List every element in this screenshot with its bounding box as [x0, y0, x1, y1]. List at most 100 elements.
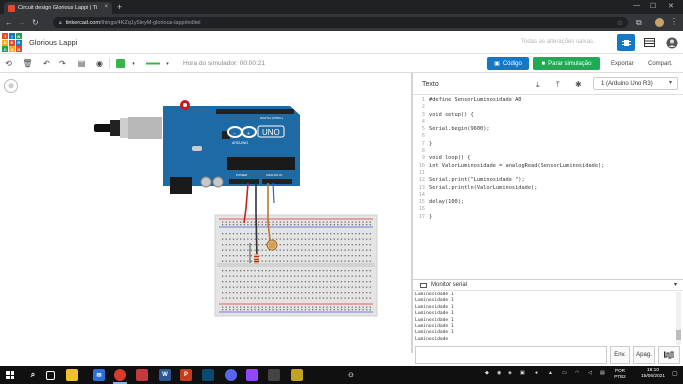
clear-button[interactable]: Apag.	[633, 346, 655, 364]
app-icon-1[interactable]	[136, 369, 148, 381]
windows-start-icon[interactable]	[6, 371, 14, 379]
send-button[interactable]: Env.	[610, 346, 630, 364]
bookmark-star-icon[interactable]: ☆	[617, 19, 623, 27]
serial-monitor-header[interactable]: Monitor serial ▾	[413, 280, 683, 291]
tray-icon-1[interactable]: ◆	[485, 370, 489, 376]
note-icon[interactable]: ▤	[76, 58, 87, 69]
graph-button[interactable]	[658, 346, 680, 364]
redo-icon[interactable]: ↷	[57, 58, 68, 69]
code-line[interactable]: 13 Serial.println(ValorLuminosidade);	[413, 185, 683, 192]
new-tab-button[interactable]: +	[117, 2, 122, 12]
wifi-icon[interactable]: ◠	[575, 370, 579, 376]
code-line[interactable]: 10 int ValorLuminosidade = analogRead(Sen…	[413, 163, 683, 170]
code-line[interactable]: 12 Serial.print("Luminosidade ");	[413, 177, 683, 184]
stop-simulation-button[interactable]: ■ Parar simulação	[533, 57, 600, 70]
tray-icon-4[interactable]: ▣	[520, 370, 525, 376]
code-line[interactable]: 3 void setup() {	[413, 112, 683, 119]
url-field[interactable]: 🔒︎ tinkercad.com /things/4KZq1y5leyM-glo…	[53, 17, 628, 28]
tray-icon-6[interactable]: ▲	[548, 370, 553, 376]
app-icon-3[interactable]	[268, 369, 280, 381]
powerpoint-icon[interactable]: P	[180, 369, 192, 381]
code-line[interactable]: 16	[413, 206, 683, 213]
code-line[interactable]: 5 Serial.begin(9600);	[413, 126, 683, 133]
circuit-view-button[interactable]	[617, 34, 635, 51]
delete-icon[interactable]: 🗑︎	[22, 58, 33, 69]
search-icon[interactable]: ⌕	[27, 369, 39, 381]
keyboard-icon[interactable]: ▤	[600, 370, 605, 376]
window-close-button[interactable]: ✕	[668, 2, 674, 10]
scrollbar-thumb[interactable]	[676, 330, 681, 340]
code-line[interactable]: 6	[413, 133, 683, 140]
code-line[interactable]: 8	[413, 148, 683, 155]
task-view-icon[interactable]	[46, 371, 55, 380]
tray-icon-5[interactable]: ●	[535, 370, 538, 376]
share-button[interactable]: Compart.	[648, 57, 673, 70]
code-button[interactable]: ▣ Código	[487, 57, 529, 70]
code-mode-dropdown[interactable]: Texto	[422, 81, 439, 88]
back-arrow-icon[interactable]: ←	[5, 18, 13, 27]
forward-arrow-icon[interactable]: →	[18, 18, 26, 27]
undo-icon[interactable]: ↶	[41, 58, 52, 69]
tab-close-icon[interactable]: ×	[104, 4, 108, 10]
code-line[interactable]: 14	[413, 192, 683, 199]
upload-icon[interactable]: ⤒	[556, 80, 560, 90]
download-icon[interactable]: ⤓	[536, 80, 540, 90]
user-avatar-button[interactable]	[663, 34, 681, 51]
color-dropdown-chevron-icon[interactable]: ▾	[128, 58, 139, 69]
schematic-view-button[interactable]	[640, 34, 658, 51]
file-explorer-icon[interactable]	[66, 369, 78, 381]
collapse-chevron-icon[interactable]: ▾	[674, 281, 677, 288]
resistor[interactable]	[254, 254, 259, 264]
battery-icon[interactable]: ▭	[562, 370, 567, 376]
debugger-bug-icon[interactable]: ✱	[575, 80, 582, 89]
monitor-icon	[420, 282, 427, 288]
minimize-button[interactable]: —	[633, 2, 640, 9]
code-line[interactable]: 1 #define SensorLuminosidade A0	[413, 97, 683, 104]
code-line[interactable]: 17}	[413, 214, 683, 221]
volume-icon[interactable]: ◁	[588, 370, 592, 376]
chrome-icon[interactable]	[114, 369, 126, 381]
arduino-uno-board[interactable]: − + UNO ARDUINO DIGITAL (PWM~) POWER ANA…	[163, 100, 300, 194]
twitch-icon[interactable]	[246, 369, 258, 381]
code-line[interactable]: 4	[413, 119, 683, 126]
breadboard-hole	[265, 255, 267, 257]
discord-icon[interactable]	[225, 369, 237, 381]
code-line[interactable]: 2	[413, 104, 683, 111]
reload-icon[interactable]: ↻	[32, 18, 39, 27]
tray-icon-2[interactable]: ◉	[497, 370, 501, 376]
taskbar-clock[interactable]: 18:10 15/06/2021	[640, 368, 666, 380]
word-icon[interactable]: W	[159, 369, 171, 381]
maximize-button[interactable]: ☐	[650, 2, 656, 10]
app-icon-4[interactable]	[291, 369, 303, 381]
tinkercad-logo[interactable]: TINKERCAD	[2, 33, 22, 52]
rotate-icon[interactable]: ⟲	[3, 58, 14, 69]
device-select[interactable]: 1 (Arduino Uno R3) ▾	[593, 77, 678, 90]
tray-icon-3[interactable]: ◈	[508, 370, 512, 376]
app-icon-2[interactable]	[202, 369, 214, 381]
visibility-eye-icon[interactable]: ◉	[94, 58, 105, 69]
extensions-icon[interactable]: ⧉	[636, 18, 642, 27]
browser-menu-icon[interactable]: ⋮	[670, 17, 678, 26]
browser-tab[interactable]: Circuit design Glorious Lappi | Ti ×	[4, 2, 112, 14]
wire-dropdown-chevron-icon[interactable]: ▾	[162, 58, 173, 69]
wire-color-swatch[interactable]	[116, 59, 125, 68]
code-line[interactable]: 11	[413, 170, 683, 177]
code-editor[interactable]: 1 #define SensorLuminosidade A0 2 3 void set…	[413, 97, 683, 277]
people-icon[interactable]: ⚇	[345, 369, 357, 381]
photoresistor[interactable]	[266, 239, 278, 251]
code-line[interactable]: 7}	[413, 141, 683, 148]
wire-type-icon[interactable]	[145, 58, 161, 69]
project-name[interactable]: Glorious Lappi	[29, 38, 77, 47]
export-button[interactable]: Exportar	[611, 57, 634, 70]
circuit-canvas[interactable]: ⊕ − + UNO ARDUINO DIGITAL (PWM~) POWER A…	[0, 73, 411, 353]
language-indicator[interactable]: POR PTB2	[612, 368, 628, 380]
serial-scrollbar[interactable]	[676, 292, 681, 345]
serial-input-field[interactable]	[415, 346, 607, 364]
usb-cable[interactable]	[94, 117, 162, 139]
notifications-icon[interactable]: ▢	[672, 370, 678, 377]
breadboard[interactable]	[214, 214, 378, 317]
mail-icon[interactable]: ✉	[93, 369, 105, 381]
code-line[interactable]: 15 delay(100);	[413, 199, 683, 206]
code-line[interactable]: 9 void loop() {	[413, 155, 683, 162]
profile-avatar[interactable]	[655, 18, 664, 27]
